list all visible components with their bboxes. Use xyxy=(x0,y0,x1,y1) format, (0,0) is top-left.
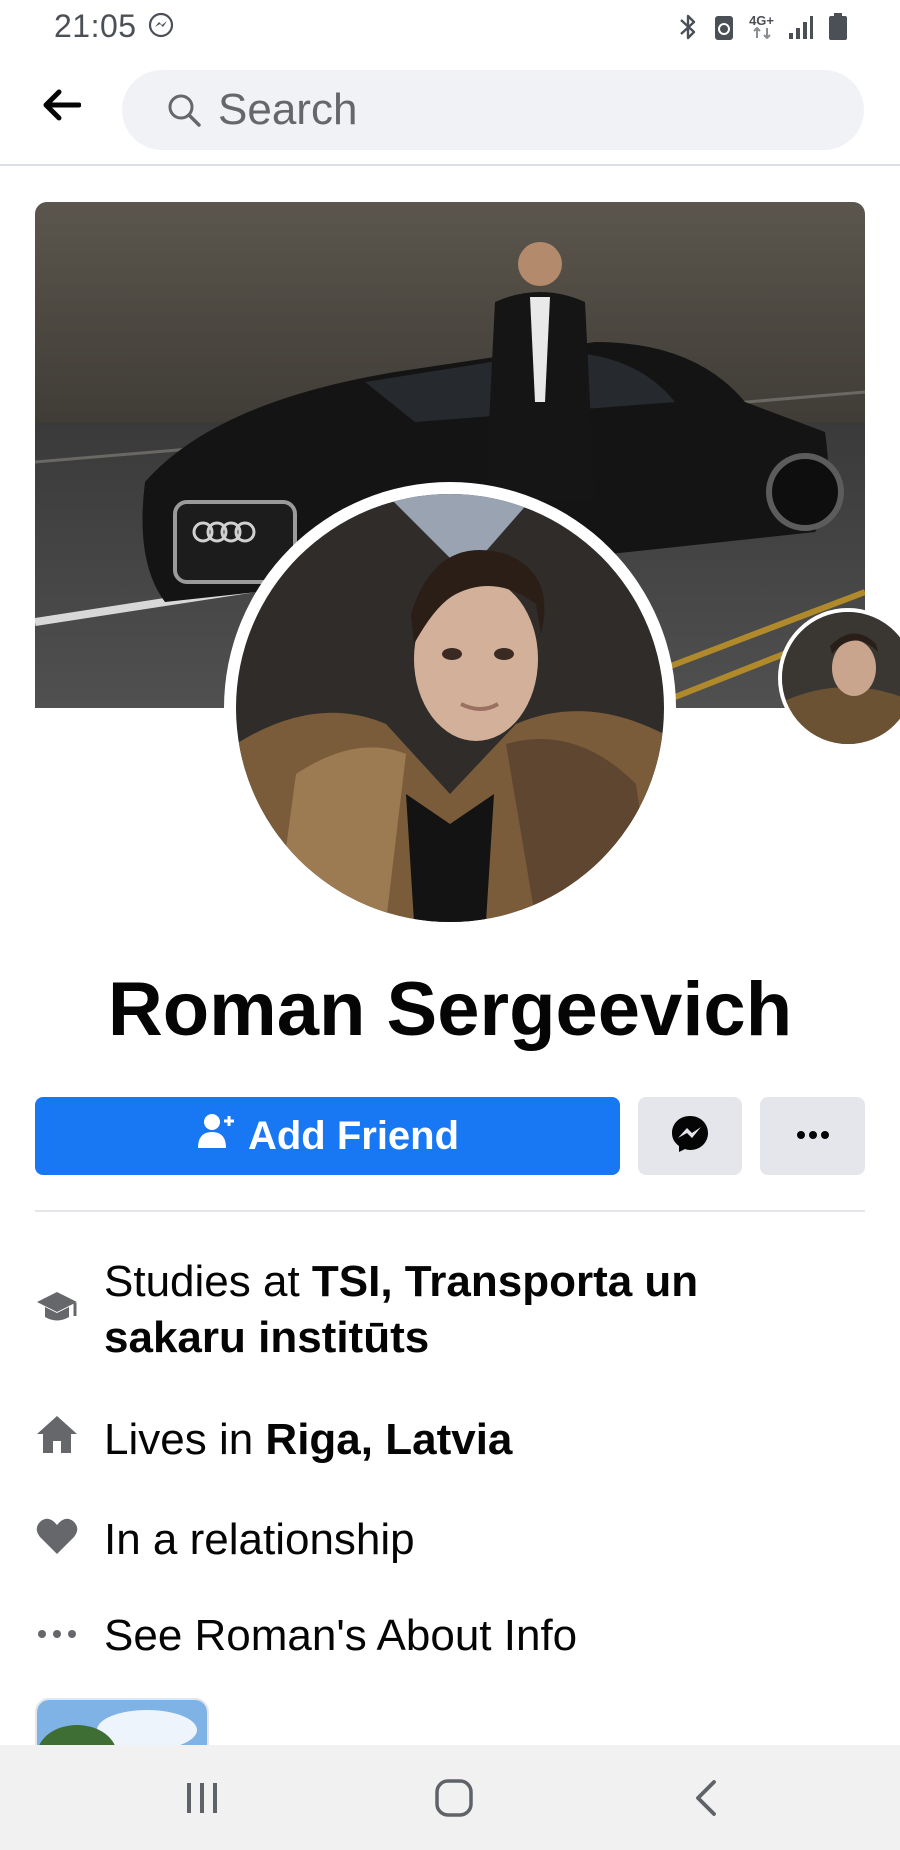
graduation-cap-icon xyxy=(35,1286,79,1330)
story-avatar[interactable] xyxy=(778,608,900,748)
studies-prefix: Studies at xyxy=(104,1257,312,1306)
profile-picture[interactable] xyxy=(236,494,664,922)
battery-icon xyxy=(828,12,848,42)
back-button[interactable] xyxy=(36,82,86,132)
search-placeholder: Search xyxy=(218,85,358,134)
messenger-icon xyxy=(670,1114,710,1159)
profile-name: Roman Sergeevich xyxy=(107,967,793,1052)
studies-info: Studies at TSI, Transporta un sakaru ins… xyxy=(104,1254,698,1366)
studies-school-link[interactable]: TSI, Transporta un xyxy=(312,1257,698,1306)
ellipsis-icon xyxy=(796,1127,830,1145)
arrow-left-icon xyxy=(41,88,82,127)
header-divider xyxy=(0,164,900,166)
recent-apps-button[interactable] xyxy=(172,1770,232,1830)
lives-city-link[interactable]: Riga, Latvia xyxy=(265,1415,512,1464)
home-nav-button[interactable] xyxy=(424,1770,484,1830)
home-icon xyxy=(35,1412,79,1456)
bluetooth-icon xyxy=(677,12,699,42)
signal-icon xyxy=(788,13,814,41)
back-nav-button[interactable] xyxy=(676,1770,736,1830)
status-time: 21:05 xyxy=(54,8,137,44)
messenger-notification-icon xyxy=(148,12,174,38)
recent-apps-icon xyxy=(184,1781,220,1820)
lives-prefix: Lives in xyxy=(104,1415,266,1464)
network-type-label: 4G+ xyxy=(749,13,774,28)
more-options-button[interactable] xyxy=(760,1097,865,1175)
ellipsis-icon xyxy=(35,1612,79,1656)
studies-school-link-line2[interactable]: sakaru institūts xyxy=(104,1313,429,1362)
battery-saver-icon xyxy=(713,12,735,42)
lives-info: Lives in Riga, Latvia xyxy=(104,1412,512,1468)
back-chevron-icon xyxy=(692,1778,720,1823)
search-bar[interactable]: Search xyxy=(122,70,864,150)
section-divider xyxy=(35,1210,865,1212)
see-about-info-link[interactable]: See Roman's About Info xyxy=(104,1608,577,1664)
search-icon xyxy=(164,90,204,130)
home-circle-icon xyxy=(434,1778,474,1823)
relationship-info: In a relationship xyxy=(104,1515,415,1564)
heart-icon xyxy=(35,1514,79,1558)
message-button[interactable] xyxy=(638,1097,742,1175)
status-icons: 4G+ xyxy=(677,10,848,44)
add-friend-label: Add Friend xyxy=(247,1113,460,1158)
4g-icon: 4G+ xyxy=(749,13,774,39)
add-friend-button[interactable]: Add Friend xyxy=(35,1097,620,1175)
add-person-icon xyxy=(196,1112,236,1160)
